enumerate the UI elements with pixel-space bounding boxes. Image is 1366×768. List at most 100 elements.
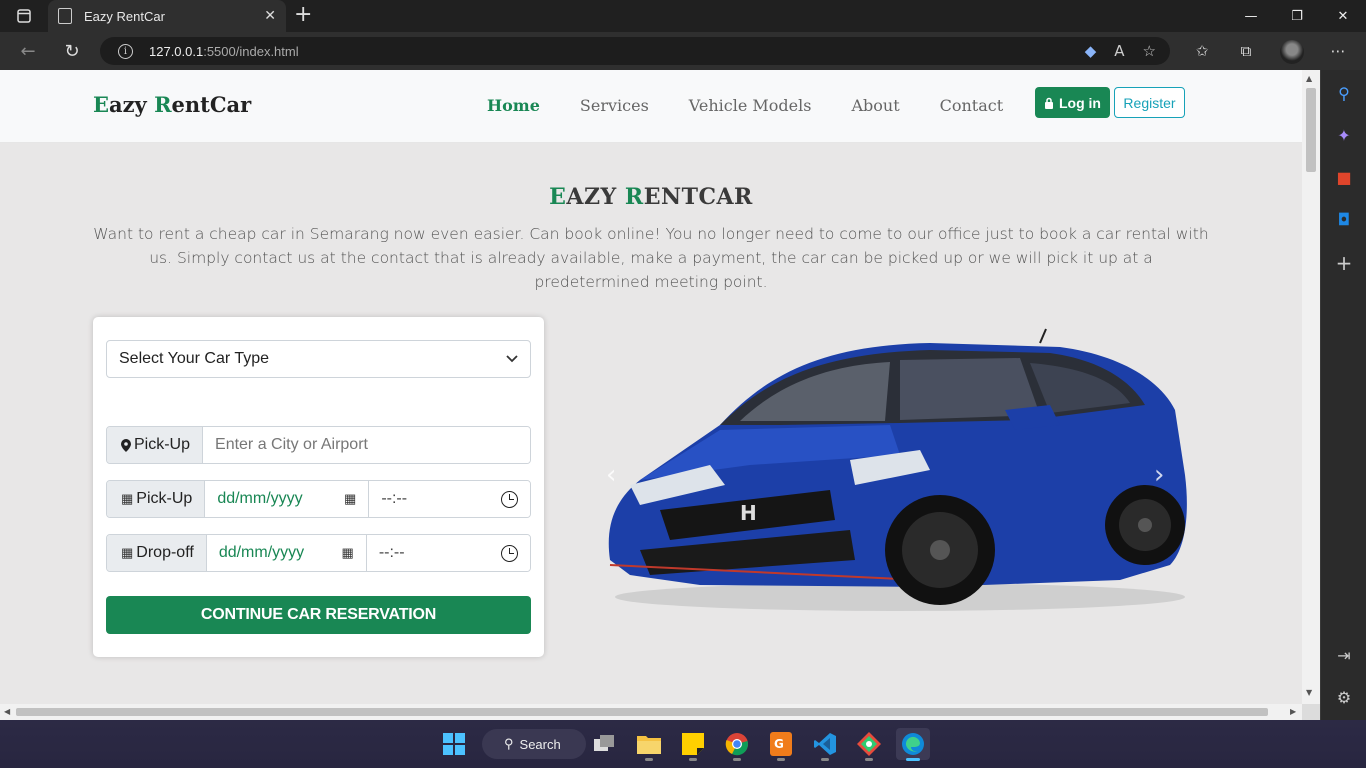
search-icon[interactable]: ⚲ xyxy=(1333,82,1355,104)
add-icon[interactable]: + xyxy=(1333,251,1355,275)
file-explorer-icon[interactable] xyxy=(632,728,666,761)
restore-icon[interactable]: ❐ xyxy=(1274,0,1320,32)
car-type-select[interactable]: Select Your Car Type xyxy=(106,340,531,378)
dropoff-time-placeholder: --:-- xyxy=(378,544,405,561)
calendar-icon: ▦ xyxy=(121,545,134,560)
register-button[interactable]: Register xyxy=(1114,87,1185,118)
collections-icon[interactable]: ⧉ xyxy=(1235,41,1257,61)
vertical-scrollbar[interactable]: ▲ ▼ xyxy=(1302,70,1320,704)
horizontal-scrollbar[interactable]: ◀ ▶ xyxy=(0,704,1302,720)
url-path: :5500/index.html xyxy=(203,43,299,59)
scroll-up-icon[interactable]: ▲ xyxy=(1306,74,1312,83)
browser-tab-bar: Eazy RentCar ✕ + — ❐ ✕ xyxy=(0,0,1366,32)
windows-taskbar: ⚲ Search G xyxy=(0,720,1366,768)
start-windows-icon[interactable] xyxy=(437,728,471,760)
date-picker-icon[interactable]: ▦ xyxy=(344,491,356,507)
login-button[interactable]: Log in xyxy=(1035,87,1110,118)
office-icon[interactable]: ■ xyxy=(1333,166,1355,188)
pickup-date-placeholder: dd/mm/yyyy xyxy=(217,490,303,507)
task-view-icon[interactable] xyxy=(588,728,622,760)
url-field[interactable]: i 127.0.0.1 :5500/index.html ◆ A ☆ xyxy=(100,37,1170,65)
dropoff-date-input[interactable]: dd/mm/yyyy ▦ xyxy=(206,535,367,571)
close-tab-icon[interactable]: ✕ xyxy=(264,8,276,24)
carousel-next-icon[interactable]: › xyxy=(1154,460,1164,490)
scrollbar-corner xyxy=(1302,704,1320,720)
date-picker-icon[interactable]: ▦ xyxy=(342,545,354,561)
lock-icon xyxy=(1045,97,1053,109)
pickup-datetime-group: ▦ Pick-Up dd/mm/yyyy ▦ --:-- xyxy=(106,480,531,518)
taskbar-search-label: Search xyxy=(519,736,561,752)
booking-card: Select Your Car Type Pick-Up Enter a Cit… xyxy=(93,317,544,657)
profile-avatar[interactable] xyxy=(1280,40,1304,64)
pickup-time-placeholder: --:-- xyxy=(381,490,408,507)
page-viewport: Eazy RentCar Home Services Vehicle Model… xyxy=(0,70,1302,704)
refresh-icon[interactable]: ↻ xyxy=(60,40,84,62)
site-navbar: Eazy RentCar Home Services Vehicle Model… xyxy=(0,70,1302,143)
dropoff-time-input[interactable]: --:-- xyxy=(366,535,530,571)
settings-gear-icon[interactable]: ⚙ xyxy=(1333,686,1355,708)
car-type-select-value: Select Your Car Type xyxy=(119,350,270,367)
edge-icon[interactable] xyxy=(896,728,930,761)
hero-title-r: R xyxy=(624,184,644,210)
tab-actions-icon[interactable] xyxy=(10,6,38,26)
shopping-tag-icon[interactable]: ◆ xyxy=(1085,42,1097,60)
nav-services[interactable]: Services xyxy=(580,96,649,115)
map-pin-icon xyxy=(121,438,131,452)
login-label: Log in xyxy=(1059,94,1101,111)
pdf-app-icon[interactable]: G xyxy=(764,728,798,761)
pickup-date-label: Pick-Up xyxy=(136,490,193,507)
pickup-location-group: Pick-Up Enter a City or Airport xyxy=(106,426,531,464)
more-options-icon[interactable]: ⋯ xyxy=(1327,41,1349,61)
chrome-icon[interactable] xyxy=(720,728,754,761)
browser-tab[interactable]: Eazy RentCar ✕ xyxy=(48,0,286,32)
car-carousel-image: H ‹ › xyxy=(600,325,1190,615)
dropoff-date-addon: ▦ Drop-off xyxy=(107,535,207,571)
close-window-icon[interactable]: ✕ xyxy=(1320,0,1366,32)
new-tab-icon[interactable]: + xyxy=(294,4,312,26)
copilot-icon[interactable]: ✦ xyxy=(1333,124,1355,146)
scroll-left-icon[interactable]: ◀ xyxy=(4,707,10,716)
pickup-date-input[interactable]: dd/mm/yyyy ▦ xyxy=(205,481,370,517)
pickup-location-addon: Pick-Up xyxy=(107,427,204,463)
search-icon: ⚲ xyxy=(504,736,514,751)
site-brand[interactable]: Eazy RentCar xyxy=(93,92,251,117)
back-icon[interactable]: ← xyxy=(16,40,40,62)
nav-about[interactable]: About xyxy=(851,96,899,115)
nav-contact[interactable]: Contact xyxy=(940,96,1004,115)
hero-title-azy: AZY xyxy=(566,184,625,210)
scroll-right-icon[interactable]: ▶ xyxy=(1290,707,1296,716)
sidebar-toggle-icon[interactable]: ⇥ xyxy=(1333,644,1355,666)
chevron-down-icon xyxy=(506,355,518,363)
nav-vehicle-models[interactable]: Vehicle Models xyxy=(689,96,812,115)
pickup-location-input[interactable]: Enter a City or Airport xyxy=(203,427,530,463)
site-info-icon[interactable]: i xyxy=(118,43,133,59)
hero-title-e: E xyxy=(549,184,567,210)
taskbar-search[interactable]: ⚲ Search xyxy=(482,729,586,759)
git-client-icon[interactable] xyxy=(852,728,886,761)
minimize-icon[interactable]: — xyxy=(1228,0,1274,32)
tab-title: Eazy RentCar xyxy=(84,8,165,24)
continue-reservation-button[interactable]: CONTINUE CAR RESERVATION xyxy=(106,596,531,634)
horizontal-scroll-thumb[interactable] xyxy=(16,708,1268,716)
favorites-icon[interactable]: ✩ xyxy=(1191,41,1213,61)
vertical-scroll-thumb[interactable] xyxy=(1306,88,1316,172)
url-host: 127.0.0.1 xyxy=(149,43,204,59)
page-icon xyxy=(58,8,72,24)
svg-text:H: H xyxy=(740,501,757,525)
read-aloud-icon[interactable]: A xyxy=(1114,42,1124,60)
brand-text-azy: azy xyxy=(109,92,155,117)
pickup-time-input[interactable]: --:-- xyxy=(369,481,530,517)
address-bar-row: ← ↻ i 127.0.0.1 :5500/index.html ◆ A ☆ ✩… xyxy=(0,32,1366,70)
calendar-icon: ▦ xyxy=(121,491,134,506)
add-favorite-icon[interactable]: ☆ xyxy=(1143,42,1156,60)
clock-icon[interactable] xyxy=(501,490,518,508)
nav-links: Home Services Vehicle Models About Conta… xyxy=(487,96,1043,115)
carousel-prev-icon[interactable]: ‹ xyxy=(606,460,616,490)
clock-icon[interactable] xyxy=(501,544,518,562)
vscode-icon[interactable] xyxy=(808,728,842,761)
nav-home[interactable]: Home xyxy=(487,96,540,115)
sticky-notes-icon[interactable] xyxy=(676,728,710,761)
outlook-icon[interactable]: ◘ xyxy=(1333,208,1355,230)
brand-text-entcar: entCar xyxy=(171,92,252,117)
scroll-down-icon[interactable]: ▼ xyxy=(1306,688,1312,697)
